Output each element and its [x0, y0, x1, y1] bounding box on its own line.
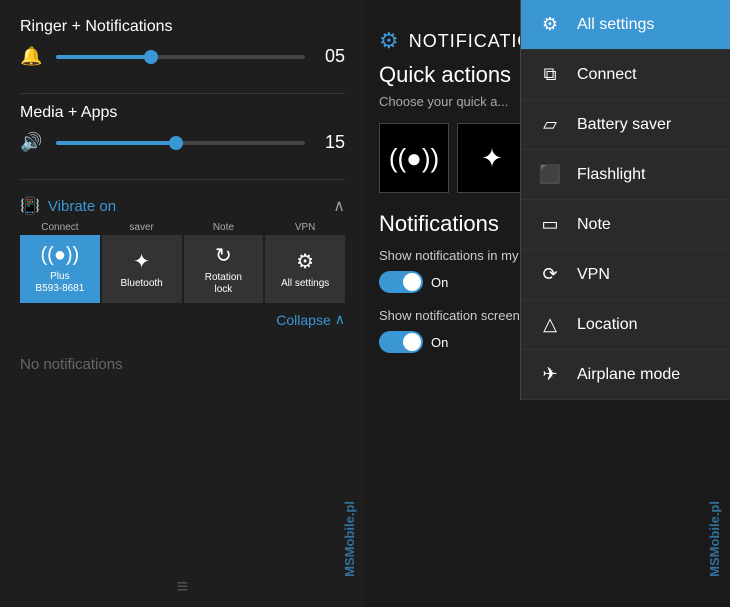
strip-tile-allsettings-text: All settings [281, 278, 329, 290]
menu-flashlight-label: Flashlight [577, 166, 645, 184]
collapse-chevron-icon: ∧ [335, 311, 345, 328]
qa-wifi-icon: ((●)) [389, 143, 439, 174]
divider2 [20, 179, 345, 180]
menu-item-connect[interactable]: ⧉ Connect [521, 50, 730, 100]
menu-note-label: Note [577, 216, 611, 234]
toggle2-column: Show notification screen On [379, 307, 520, 353]
menu-allsettings-label: All settings [577, 16, 654, 34]
menu-item-note[interactable]: ▭ Note [521, 200, 730, 250]
media-section: Media + Apps 🔊 15 [20, 104, 345, 153]
toggle2-text: Show notification screen [379, 307, 520, 325]
strip-label-saver: saver [102, 222, 182, 233]
menu-airplane-icon: ✈ [537, 364, 563, 385]
menu-location-icon: △ [537, 314, 563, 335]
menu-item-location[interactable]: △ Location [521, 300, 730, 350]
qa-tile-bluetooth[interactable]: ✦ [457, 123, 527, 193]
menu-item-vpn[interactable]: ⟳ VPN [521, 250, 730, 300]
menu-vpn-icon: ⟳ [537, 264, 563, 285]
toggle2-track[interactable] [379, 331, 423, 353]
bottom-bar-icon: ≡ [177, 576, 189, 598]
strip-tile-bluetooth-text: Bluetooth [120, 278, 162, 290]
qa-tile-wifi[interactable]: ((●)) [379, 123, 449, 193]
ringer-section: Ringer + Notifications 🔔 05 [20, 18, 345, 67]
bottom-bar: ≡ [177, 576, 189, 599]
toggle2-knob [403, 333, 421, 351]
ringer-label: Ringer + Notifications [20, 18, 345, 36]
vibrate-chevron[interactable]: ∧ [333, 196, 345, 216]
right-panel: ▌▌▌ ▲ ▬ 3:30 ⚙ NOTIFICATION Quick action… [365, 0, 730, 607]
media-value: 15 [317, 132, 345, 153]
media-slider[interactable] [56, 141, 305, 145]
menu-item-battery-saver[interactable]: ▱ Battery saver [521, 100, 730, 150]
speaker-icon: 🔊 [20, 132, 44, 153]
ringer-slider[interactable] [56, 55, 305, 59]
wifi-tile-icon: ((●)) [41, 244, 80, 267]
bluetooth-tile-icon: ✦ [133, 249, 150, 274]
right-watermark: MSMobile.pl [707, 501, 722, 577]
media-label: Media + Apps [20, 104, 345, 122]
vibrate-icon: 📳 [20, 196, 40, 216]
menu-note-icon: ▭ [537, 214, 563, 235]
menu-item-flashlight[interactable]: ⬛ Flashlight [521, 150, 730, 200]
left-panel: Ringer + Notifications 🔔 05 Media + Apps… [0, 0, 365, 607]
strip-tile-rotation-text: Rotationlock [205, 272, 242, 296]
strip-tile-bluetooth[interactable]: ✦ Bluetooth [102, 235, 182, 303]
menu-allsettings-icon: ⚙ [537, 14, 563, 35]
collapse-button[interactable]: Collapse ∧ [276, 311, 345, 328]
strip-labels: Connect saver Note VPN [20, 222, 345, 233]
menu-location-label: Location [577, 316, 638, 334]
strip-tile-allsettings[interactable]: ⚙ All settings [265, 235, 345, 303]
menu-item-all-settings[interactable]: ⚙ All settings [521, 0, 730, 50]
divider1 [20, 93, 345, 94]
strip-label-note: Note [184, 222, 264, 233]
ringer-row: 🔔 05 [20, 46, 345, 67]
menu-flashlight-icon: ⬛ [537, 164, 563, 185]
strip-tile-rotation[interactable]: ↻ Rotationlock [184, 235, 264, 303]
ringer-value: 05 [317, 46, 345, 67]
menu-item-airplane[interactable]: ✈ Airplane mode [521, 350, 730, 400]
strip-label-vpn: VPN [265, 222, 345, 233]
menu-airplane-label: Airplane mode [577, 366, 680, 384]
strip-tile-connect-text: PlusB593-8681 [35, 271, 84, 295]
dropdown-menu: ⚙ All settings ⧉ Connect ▱ Battery saver… [520, 0, 730, 400]
header-gear-icon[interactable]: ⚙ [379, 28, 399, 54]
menu-battery-label: Battery saver [577, 116, 671, 134]
toggle1-label: On [431, 275, 448, 290]
quick-strip: ((●)) PlusB593-8681 ✦ Bluetooth ↻ Rotati… [20, 235, 345, 303]
toggle2-switch[interactable]: On [379, 331, 520, 353]
menu-connect-label: Connect [577, 66, 637, 84]
settings-tile-icon: ⚙ [296, 249, 314, 274]
menu-battery-icon: ▱ [537, 114, 563, 135]
rotation-tile-icon: ↻ [215, 243, 232, 268]
toggle1-knob [403, 273, 421, 291]
menu-vpn-label: VPN [577, 266, 610, 284]
left-watermark: MSMobile.pl [342, 501, 357, 577]
bell-icon: 🔔 [20, 46, 44, 67]
toggle2-label: On [431, 335, 448, 350]
vibrate-row[interactable]: 📳 Vibrate on ∧ [20, 190, 345, 222]
qa-bluetooth-icon: ✦ [481, 143, 503, 174]
strip-tile-connect[interactable]: ((●)) PlusB593-8681 [20, 235, 100, 303]
toggle1-track[interactable] [379, 271, 423, 293]
collapse-row: Collapse ∧ [20, 303, 345, 336]
vibrate-label: 📳 Vibrate on [20, 196, 116, 216]
menu-connect-icon: ⧉ [537, 64, 563, 85]
media-row: 🔊 15 [20, 132, 345, 153]
strip-label-connect: Connect [20, 222, 100, 233]
no-notifications-text: No notifications [20, 356, 345, 373]
